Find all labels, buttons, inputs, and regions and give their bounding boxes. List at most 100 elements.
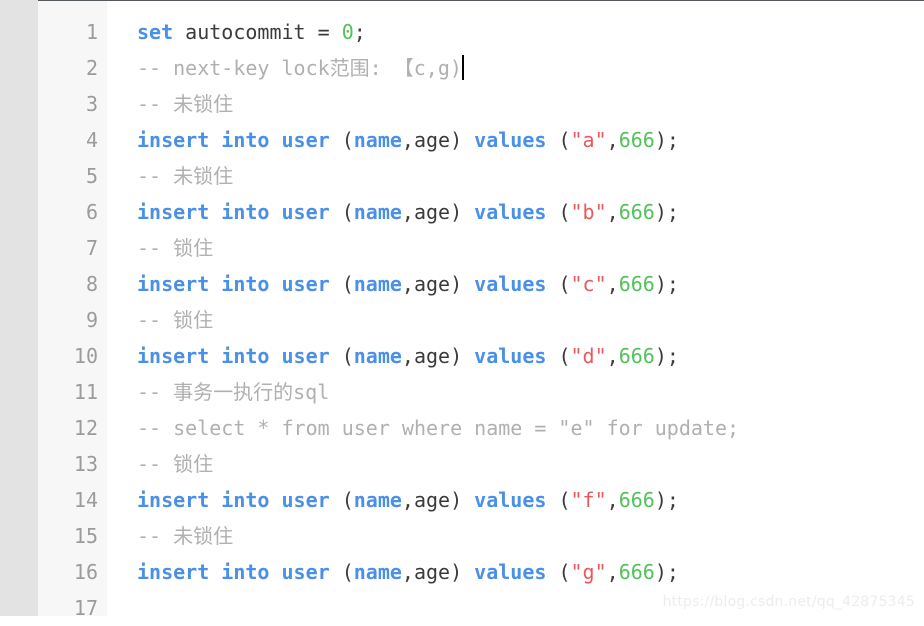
sql-keyword-token: values	[474, 488, 547, 512]
plain-token: ,age)	[401, 560, 475, 584]
plain-token: ,	[606, 560, 619, 584]
code-line[interactable]: -- 未锁住	[107, 86, 924, 122]
string-literal-token: "c"	[570, 272, 607, 296]
string-literal-token: "f"	[570, 488, 607, 512]
line-number[interactable]: 12	[38, 410, 107, 446]
sql-keyword-token: name	[353, 128, 402, 152]
number-literal-token: 666	[618, 344, 655, 368]
code-line[interactable]: -- 锁住	[107, 230, 924, 266]
sql-editor[interactable]: 1 2 3 4 5 6 7 8 9 10 11 12 13 14 15 16 17 set autocommit…	[0, 0, 924, 620]
string-literal-token: "b"	[570, 200, 607, 224]
number-literal-token: 666	[618, 200, 655, 224]
line-number[interactable]: 1	[38, 14, 107, 50]
line-number[interactable]: 11	[38, 374, 107, 410]
sql-keyword-token: insert into user	[137, 128, 330, 152]
text-cursor-caret	[461, 55, 464, 80]
comment-token: -- 未锁住	[137, 524, 234, 548]
plain-token: (	[329, 272, 354, 296]
code-line[interactable]: -- 锁住	[107, 446, 924, 482]
sql-keyword-token: values	[474, 560, 547, 584]
sql-keyword-token: values	[474, 344, 547, 368]
code-line[interactable]: -- select * from user where name = "e" f…	[107, 410, 924, 446]
code-line[interactable]: -- 未锁住	[107, 158, 924, 194]
plain-token: (	[546, 128, 571, 152]
plain-token: );	[654, 200, 679, 224]
string-literal-token: "d"	[570, 344, 607, 368]
code-line[interactable]: -- 锁住	[107, 302, 924, 338]
line-number[interactable]: 14	[38, 482, 107, 518]
code-line[interactable]: -- 事务一执行的sql	[107, 374, 924, 410]
sql-keyword-token: name	[353, 344, 402, 368]
plain-token: );	[654, 560, 679, 584]
plain-token: autocommit =	[173, 20, 342, 44]
plain-token: );	[654, 272, 679, 296]
line-number[interactable]: 9	[38, 302, 107, 338]
sql-keyword-token: insert into user	[137, 488, 330, 512]
line-number[interactable]: 5	[38, 158, 107, 194]
plain-token: );	[654, 488, 679, 512]
sql-keyword-token: insert into user	[137, 272, 330, 296]
plain-token: (	[546, 560, 571, 584]
line-number-gutter[interactable]: 1 2 3 4 5 6 7 8 9 10 11 12 13 14 15 16 17	[38, 0, 107, 620]
code-line[interactable]: insert into user (name,age) values ("b",…	[107, 194, 924, 230]
line-number[interactable]: 4	[38, 122, 107, 158]
plain-token: ;	[353, 20, 366, 44]
code-line[interactable]: -- 未锁住	[107, 518, 924, 554]
code-text-area[interactable]: set autocommit = 0; -- next-key lock范围: 【…	[107, 0, 924, 616]
sql-keyword-token: insert into user	[137, 200, 330, 224]
sql-keyword-token: values	[474, 200, 547, 224]
line-number[interactable]: 2	[38, 50, 107, 86]
plain-token: (	[329, 560, 354, 584]
comment-token: -- 未锁住	[137, 164, 234, 188]
plain-token: );	[654, 344, 679, 368]
plain-token: ,	[606, 488, 619, 512]
editor-left-margin-strip	[0, 0, 38, 616]
plain-token: (	[329, 488, 354, 512]
line-number[interactable]: 13	[38, 446, 107, 482]
plain-token: ,age)	[401, 488, 475, 512]
line-number[interactable]: 10	[38, 338, 107, 374]
comment-token: -- 未锁住	[137, 92, 234, 116]
watermark-url: https://blog.csdn.net/qq_42875345	[662, 594, 915, 610]
line-number[interactable]: 3	[38, 86, 107, 122]
sql-keyword-token: insert into user	[137, 560, 330, 584]
sql-keyword-token: name	[353, 560, 402, 584]
number-literal-token: 666	[618, 560, 655, 584]
line-number[interactable]: 8	[38, 266, 107, 302]
comment-token: -- 锁住	[137, 308, 214, 332]
string-literal-token: "g"	[570, 560, 607, 584]
plain-token: (	[329, 128, 354, 152]
code-line[interactable]: insert into user (name,age) values ("d",…	[107, 338, 924, 374]
code-line[interactable]: insert into user (name,age) values ("c",…	[107, 266, 924, 302]
number-literal-token: 666	[618, 488, 655, 512]
string-literal-token: "a"	[570, 128, 607, 152]
plain-token: ,	[606, 344, 619, 368]
code-line[interactable]: insert into user (name,age) values ("a",…	[107, 122, 924, 158]
sql-keyword-token: values	[474, 272, 547, 296]
comment-token: -- 锁住	[137, 452, 214, 476]
line-number[interactable]: 6	[38, 194, 107, 230]
plain-token: ,age)	[401, 128, 475, 152]
code-line[interactable]: set autocommit = 0;	[107, 14, 924, 50]
plain-token: (	[546, 272, 571, 296]
plain-token: ,	[606, 200, 619, 224]
plain-token: (	[329, 344, 354, 368]
line-number[interactable]: 15	[38, 518, 107, 554]
plain-token: (	[546, 344, 571, 368]
code-line[interactable]: -- next-key lock范围: 【c,g)	[107, 50, 924, 86]
code-line[interactable]: insert into user (name,age) values ("f",…	[107, 482, 924, 518]
sql-keyword-token: values	[474, 128, 547, 152]
plain-token: (	[546, 488, 571, 512]
line-number[interactable]: 17	[38, 590, 107, 626]
number-literal-token: 0	[341, 20, 354, 44]
plain-token: ,age)	[401, 344, 475, 368]
number-literal-token: 666	[618, 128, 655, 152]
number-literal-token: 666	[618, 272, 655, 296]
comment-token: -- select * from user where name = "e" f…	[137, 416, 740, 440]
code-line[interactable]: insert into user (name,age) values ("g",…	[107, 554, 924, 590]
comment-token: -- next-key lock范围: 【c,g)	[137, 56, 462, 80]
line-number[interactable]: 7	[38, 230, 107, 266]
comment-token: -- 事务一执行的sql	[137, 380, 330, 404]
line-number[interactable]: 16	[38, 554, 107, 590]
sql-keyword-token: name	[353, 200, 402, 224]
